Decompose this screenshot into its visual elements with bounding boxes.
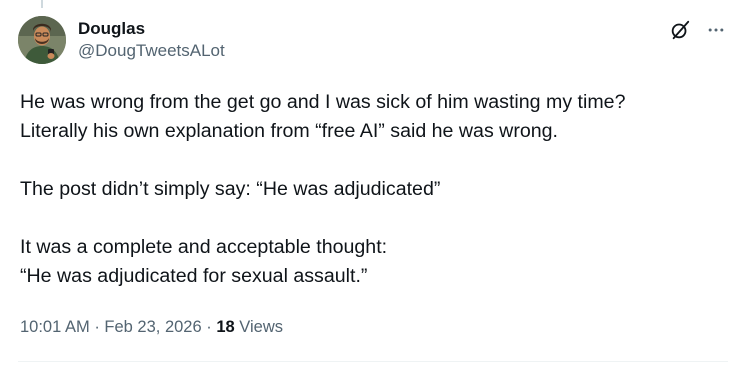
tweet-line: The post didn’t simply say: “He was adju… <box>20 178 441 200</box>
author-handle[interactable]: @DougTweetsALot <box>78 40 225 62</box>
grok-icon-glyph <box>671 20 690 40</box>
more-icon[interactable] <box>704 18 728 42</box>
grok-icon[interactable] <box>668 18 692 42</box>
thread-connector-line <box>41 0 43 8</box>
views-count[interactable]: 18 <box>216 318 234 336</box>
more-icon-glyph <box>708 28 724 32</box>
tweet-line: Literally his own explanation from “free… <box>20 120 558 142</box>
tweet-line: It was a complete and acceptable thought… <box>20 236 388 258</box>
avatar[interactable] <box>18 16 66 64</box>
divider <box>18 361 728 362</box>
tweet-header: Douglas @DougTweetsALot <box>18 14 728 66</box>
tweet-line: “He was adjudicated for sexual assault.” <box>20 265 368 287</box>
avatar-illustration <box>18 16 66 64</box>
tweet-time: 10:01 AM <box>20 318 90 336</box>
tweet-meta: 10:01 AM · Feb 23, 2026 · 18 Views <box>20 316 283 338</box>
tweet-time-link[interactable]: 10:01 AM · Feb 23, 2026 <box>20 318 202 336</box>
meta-separator: · <box>206 318 212 336</box>
author-display-name[interactable]: Douglas <box>78 18 225 40</box>
views-label[interactable]: Views <box>239 318 283 336</box>
tweet-date: Feb 23, 2026 <box>104 318 202 336</box>
author-names: Douglas @DougTweetsALot <box>78 18 225 62</box>
header-actions <box>668 14 728 42</box>
tweet-body: He was wrong from the get go and I was s… <box>20 88 730 291</box>
tweet-line: He was wrong from the get go and I was s… <box>20 91 626 113</box>
meta-separator: · <box>94 318 100 336</box>
